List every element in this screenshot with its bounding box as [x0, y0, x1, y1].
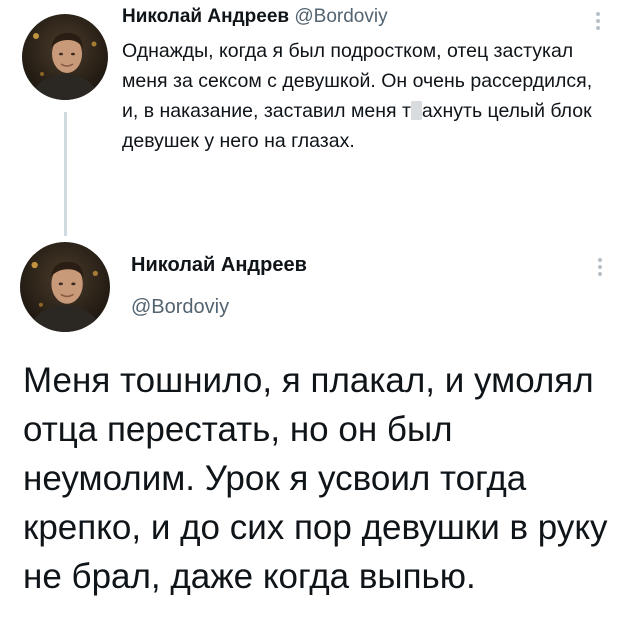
avatar-photo-icon [22, 14, 108, 100]
thread-connector-line [64, 112, 67, 236]
author-handle[interactable]: @Bordoviy [294, 6, 387, 27]
avatar[interactable] [22, 14, 108, 100]
author-name[interactable]: Николай Андреев [122, 6, 289, 27]
more-vertical-icon[interactable] [598, 258, 602, 276]
tweet1-header: Николай Андреев @Bordoviy [122, 4, 388, 30]
author-handle[interactable]: @Bordoviy [131, 294, 229, 320]
avatar-photo-icon [20, 242, 110, 332]
tweet1-text: Однажды, когда я был подростком, отец за… [122, 36, 602, 156]
censor-block [410, 101, 422, 120]
avatar[interactable] [20, 242, 110, 332]
author-name[interactable]: Николай Андреев [131, 252, 307, 278]
more-vertical-icon[interactable] [596, 12, 600, 30]
tweet2-text: Меня тошнило, я плакал, и умолял отца пе… [23, 361, 608, 596]
